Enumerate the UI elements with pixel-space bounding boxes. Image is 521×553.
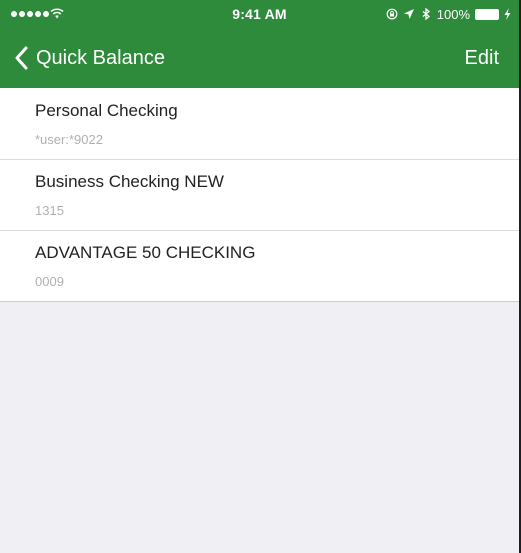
back-label: Quick Balance [36, 47, 165, 69]
account-name: Personal Checking [35, 101, 178, 120]
account-number: *user:*9022 [35, 132, 103, 147]
back-button[interactable]: Quick Balance [14, 46, 165, 70]
charging-bolt-icon [504, 8, 511, 20]
account-list: Personal Checking *user:*9022 Business C… [0, 88, 519, 302]
chevron-left-icon [15, 46, 28, 70]
account-number: 1315 [35, 203, 64, 218]
status-indicators: 100% [386, 5, 511, 23]
status-bar: 9:41 AM 100% [0, 0, 519, 30]
account-row-business-checking[interactable]: Business Checking NEW 1315 [0, 159, 519, 230]
location-arrow-icon [403, 9, 414, 19]
account-number: 0009 [35, 274, 64, 289]
account-row-advantage-checking[interactable]: ADVANTAGE 50 CHECKING 0009 [0, 230, 519, 301]
edit-button[interactable]: Edit [465, 46, 499, 70]
account-name: Business Checking NEW [35, 172, 224, 191]
rotation-lock-icon [386, 8, 398, 20]
battery-icon [475, 8, 499, 20]
app-screen: 9:41 AM 100% Quick Balance Edit Personal… [0, 0, 521, 553]
account-row-personal-checking[interactable]: Personal Checking *user:*9022 [0, 88, 519, 159]
navigation-bar: Quick Balance Edit [0, 30, 519, 88]
battery-percent: 100% [436, 6, 470, 22]
header: 9:41 AM 100% Quick Balance Edit [0, 0, 519, 88]
bluetooth-icon [422, 8, 430, 20]
account-name: ADVANTAGE 50 CHECKING [35, 243, 256, 262]
